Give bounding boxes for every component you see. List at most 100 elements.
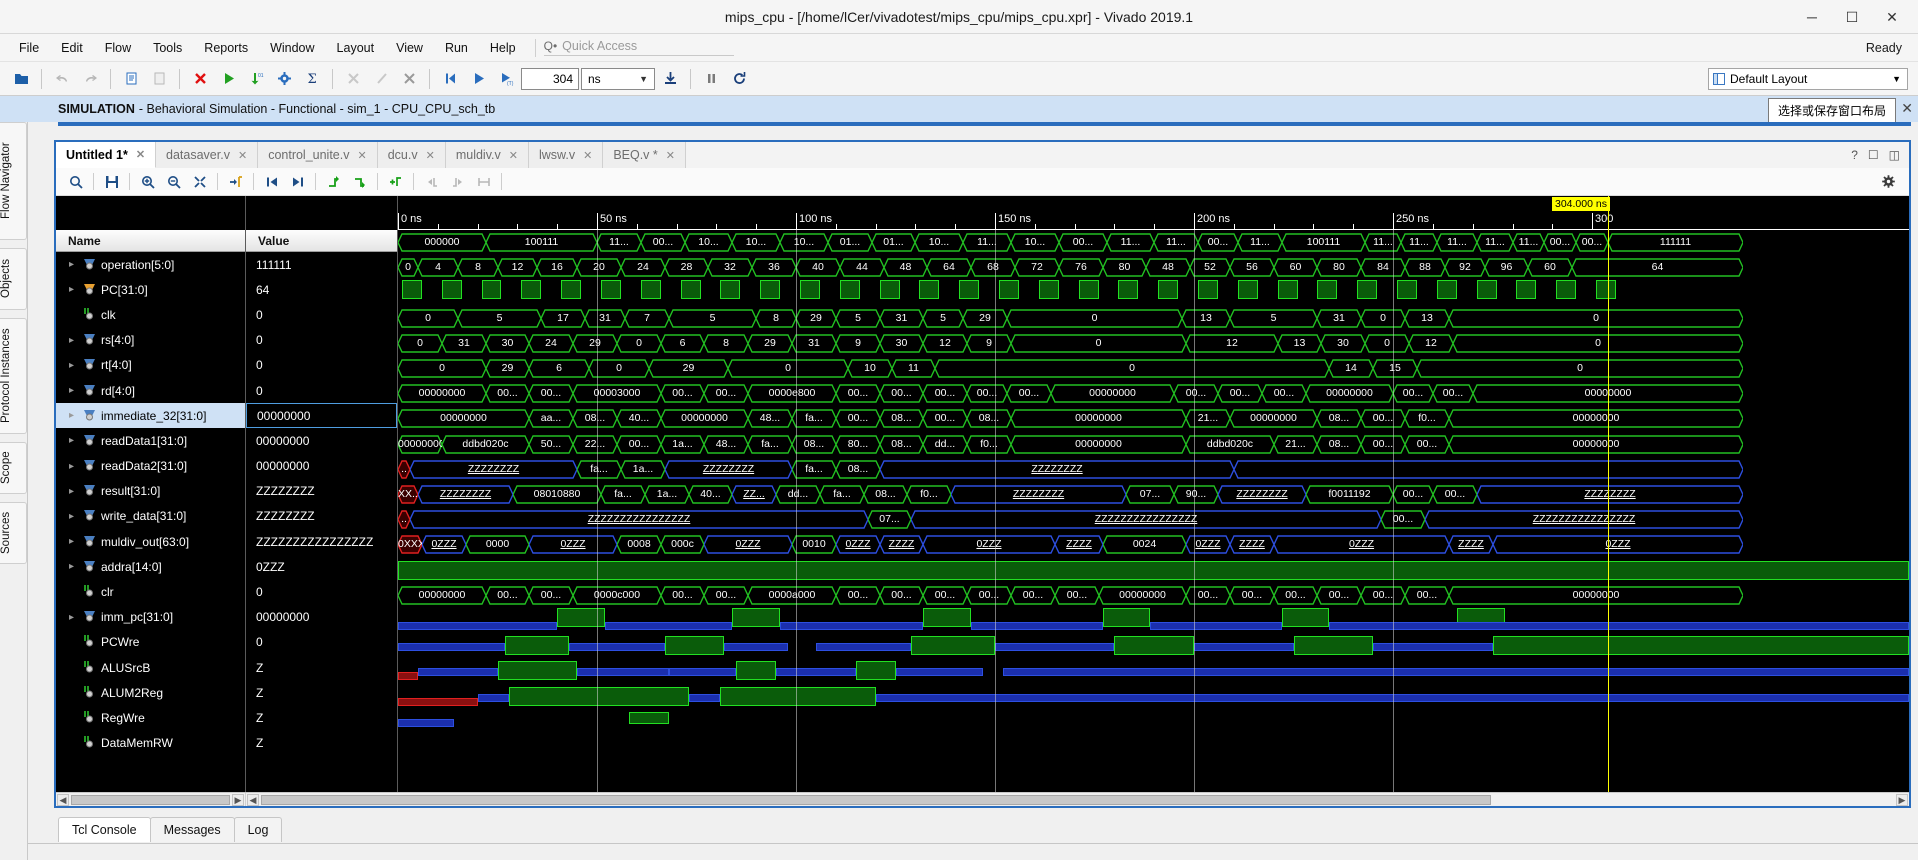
file-tab-untitled1[interactable]: Untitled 1* ✕ [56,142,157,168]
expand-arrow-icon[interactable]: ▸ [69,435,78,446]
signal-row-rt40[interactable]: ▸ rt[4:0] [56,353,245,378]
vertical-tab-sources[interactable]: Sources [0,502,27,564]
zoom-out-icon[interactable] [161,170,186,194]
scroll-left-icon[interactable]: ◀ [57,794,69,806]
expand-arrow-icon[interactable]: ▸ [69,461,78,472]
signal-row-result310[interactable]: ▸ result[31:0] [56,479,245,504]
sigma-icon[interactable]: Σ [299,66,325,92]
vertical-tab-protocol-instances[interactable]: Protocol Instances [0,318,27,434]
expand-arrow-icon[interactable]: ▸ [69,385,78,396]
waveform-canvas[interactable]: 0 ns 50 ns 100 ns 150 ns 200 ns 250 ns 300 304.… [398,196,1909,792]
unmark-icon[interactable] [368,66,394,92]
close-icon[interactable]: ✕ [358,149,367,162]
time-cursor[interactable] [1608,196,1609,792]
next-marker-icon[interactable] [445,170,470,194]
menu-tools[interactable]: Tools [142,38,193,58]
minimize-button[interactable]: ─ [1792,2,1832,32]
goto-time-icon[interactable] [223,170,248,194]
close-sim-icon[interactable] [187,66,213,92]
quick-access-box[interactable]: Q• Quick Access [543,39,734,56]
signal-row-immediate_32310[interactable]: ▸ immediate_32[31:0] [56,403,245,429]
add-divider-icon[interactable] [383,170,408,194]
expand-arrow-icon[interactable]: ▸ [69,561,78,572]
menu-layout[interactable]: Layout [326,38,386,58]
signal-row-muldiv_out630[interactable]: ▸ muldiv_out[63:0] [56,529,245,554]
pause-icon[interactable] [698,66,724,92]
close-icon[interactable]: ✕ [136,148,145,161]
add-marker-icon[interactable] [321,170,346,194]
close-icon[interactable]: ✕ [583,149,592,162]
step-icon[interactable]: 01 [243,66,269,92]
save-icon[interactable] [99,170,124,194]
signal-row-alusrcb[interactable]: ▸ALUSrcB [56,655,245,680]
tab-tcl-console[interactable]: Tcl Console [58,817,151,842]
float-icon[interactable]: ☐ [1868,148,1879,162]
menu-edit[interactable]: Edit [50,38,94,58]
run-for-icon[interactable]: (T) [493,66,519,92]
expand-arrow-icon[interactable]: ▸ [69,284,78,295]
vertical-tab-flow-navigator[interactable]: Flow Navigator [0,122,27,240]
file-tab-control-unite[interactable]: control_unite.v ✕ [258,142,378,168]
signal-row-write_data310[interactable]: ▸ write_data[31:0] [56,504,245,529]
signal-row-addra140[interactable]: ▸ addra[14:0] [56,554,245,579]
signal-row-operation50[interactable]: ▸ operation[5:0] [56,252,245,277]
signal-row-clr[interactable]: ▸clr [56,579,245,604]
copy-icon[interactable] [118,66,144,92]
menu-flow[interactable]: Flow [94,38,142,58]
run-time-input[interactable]: 304 [521,67,579,90]
settings-icon[interactable] [271,66,297,92]
zoom-in-icon[interactable] [135,170,160,194]
relaunch-icon[interactable] [396,66,422,92]
export-icon[interactable] [657,66,683,92]
close-icon[interactable]: ✕ [666,149,675,162]
time-unit-select[interactable]: ns ▼ [581,67,655,90]
search-icon[interactable] [63,170,88,194]
close-icon[interactable]: ✕ [238,149,247,162]
scroll-thumb[interactable] [261,795,1491,805]
expand-arrow-icon[interactable]: ▸ [69,536,78,547]
close-icon[interactable]: ✕ [426,149,435,162]
span-icon[interactable] [471,170,496,194]
tab-messages[interactable]: Messages [149,817,235,842]
scroll-thumb[interactable] [71,795,230,805]
file-tab-datasaver[interactable]: datasaver.v ✕ [156,142,259,168]
scroll-right-icon[interactable]: ▶ [1896,794,1908,806]
signal-row-rs40[interactable]: ▸ rs[4:0] [56,328,245,353]
file-tab-dcu[interactable]: dcu.v ✕ [377,142,446,168]
maximize-button[interactable]: ☐ [1832,2,1872,32]
signal-row-alum2reg[interactable]: ▸ALUM2Reg [56,680,245,705]
signal-row-readdata2310[interactable]: ▸ readData2[31:0] [56,454,245,479]
menu-window[interactable]: Window [259,38,325,58]
menu-file[interactable]: File [8,38,50,58]
tab-log[interactable]: Log [233,817,283,842]
name-panel-scrollbar[interactable]: ◀ ▶ [56,793,246,806]
restart-icon[interactable] [437,66,463,92]
remove-marker-icon[interactable] [347,170,372,194]
signal-row-pcwre[interactable]: ▸PCWre [56,630,245,655]
mark-icon[interactable] [340,66,366,92]
file-tab-beq[interactable]: BEQ.v * ✕ [603,142,686,168]
signal-row-rd40[interactable]: ▸ rd[4:0] [56,378,245,403]
signal-row-readdata1310[interactable]: ▸ readData1[31:0] [56,428,245,453]
wave-panel-scrollbar[interactable]: ◀ ▶ [246,793,1909,806]
signal-row-imm_pc310[interactable]: ▸ imm_pc[31:0] [56,605,245,630]
file-tab-lwsw[interactable]: lwsw.v ✕ [528,142,604,168]
refresh-icon[interactable] [726,66,752,92]
next-transition-icon[interactable] [285,170,310,194]
close-button[interactable]: ✕ [1872,2,1912,32]
expand-arrow-icon[interactable]: ▸ [69,511,78,522]
undo-icon[interactable] [49,66,75,92]
time-ruler[interactable]: 0 ns 50 ns 100 ns 150 ns 200 ns 250 ns 300 304.… [398,196,1909,230]
vertical-tab-scope[interactable]: Scope [0,442,27,494]
signal-row-datamemrw[interactable]: ▸DataMemRW [56,731,245,756]
signal-row-clk[interactable]: ▸clk [56,302,245,327]
layout-select[interactable]: Default Layout ▼ [1708,67,1908,90]
expand-arrow-icon[interactable]: ▸ [69,335,78,346]
help-icon[interactable]: ? [1851,148,1858,162]
maximize-pane-icon[interactable]: ◫ [1889,148,1900,162]
signal-row-regwre[interactable]: ▸RegWre [56,705,245,730]
redo-icon[interactable] [77,66,103,92]
close-icon[interactable]: ✕ [509,149,518,162]
vertical-tab-objects[interactable]: Objects [0,248,27,310]
close-banner-icon[interactable]: ✕ [1901,100,1913,117]
